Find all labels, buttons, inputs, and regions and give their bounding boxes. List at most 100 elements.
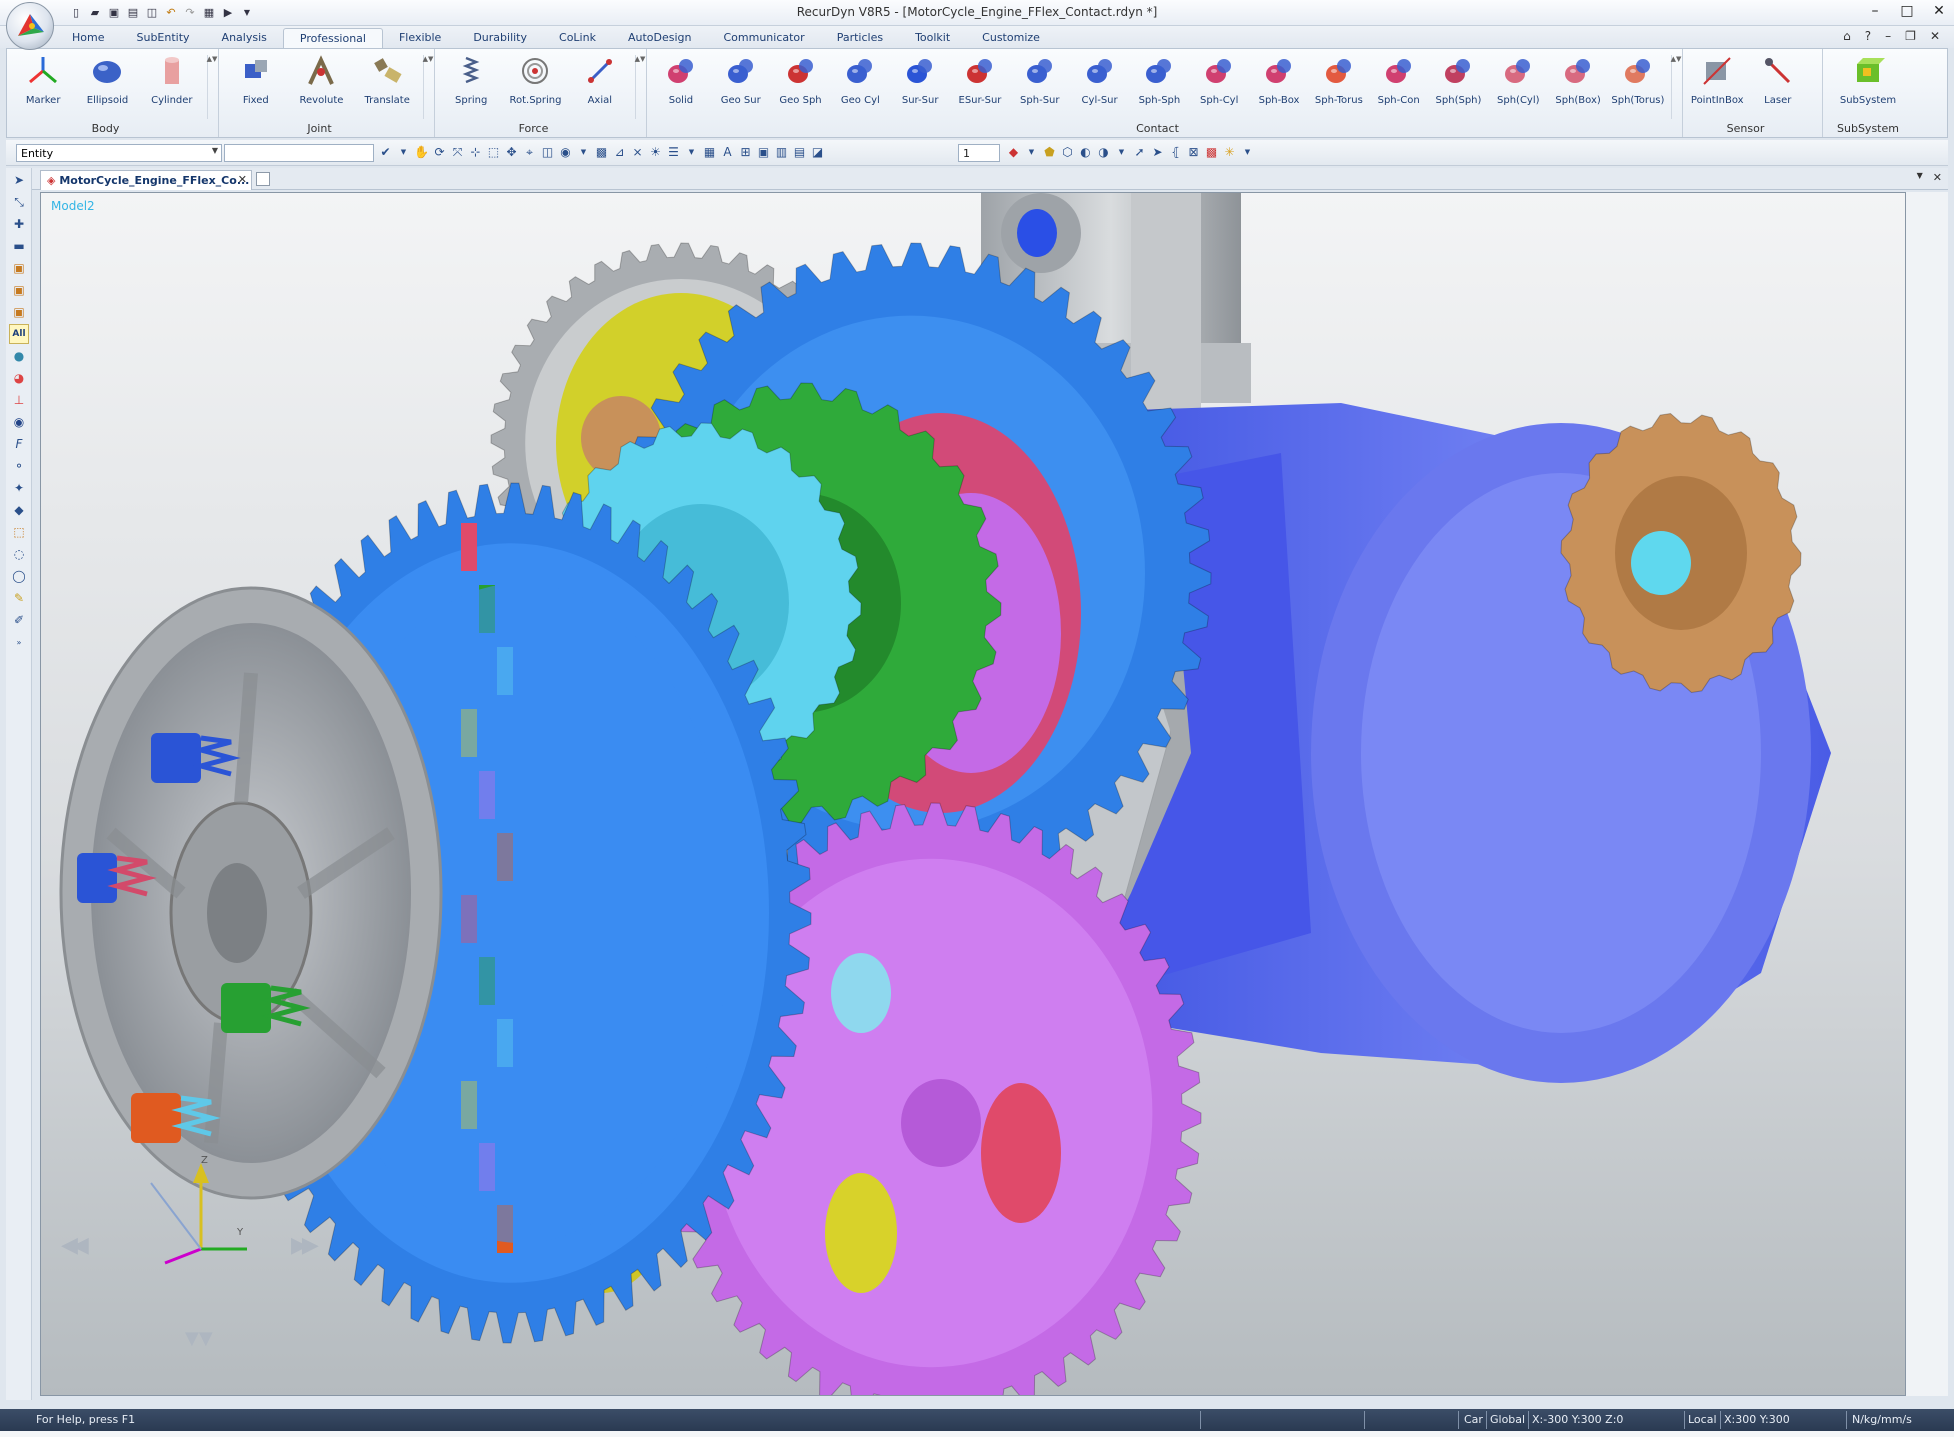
select-all-filter-button[interactable]: All (9, 324, 29, 344)
app-menu-button[interactable] (6, 2, 54, 50)
contact-geo-sur-button[interactable]: Geo Sur (713, 53, 769, 106)
contact-sph-in-torus-button[interactable]: Sph(Torus) (1610, 53, 1666, 106)
wireframe-icon[interactable]: ⬡ (1060, 144, 1075, 160)
contact-sph-sur-button[interactable]: Sph-Sur (1012, 53, 1068, 106)
maximize-button[interactable]: □ (1898, 2, 1916, 20)
restore-icon[interactable]: ❐ (1905, 29, 1916, 43)
previous-view-button[interactable]: ◀◀ (61, 1233, 89, 1258)
next-view-button[interactable]: ▶▶ (291, 1233, 319, 1258)
fixed-button[interactable]: Fixed (229, 53, 283, 106)
new-document-tab-button[interactable] (256, 172, 270, 186)
sensor-filter-icon[interactable]: ✦ (9, 478, 29, 498)
measure-icon[interactable]: ⊞ (738, 144, 753, 160)
point-in-box-button[interactable]: PointInBox (1690, 53, 1744, 106)
group-scroll[interactable]: ▲▼ (207, 55, 217, 119)
flex-filter-icon[interactable]: ◆ (9, 500, 29, 520)
pointer-icon[interactable]: ➚ (1132, 144, 1147, 160)
minimize-button[interactable]: – (1866, 2, 1884, 20)
marker-filter-icon[interactable]: ⊥ (9, 390, 29, 410)
close-tab-icon[interactable]: ✕ (238, 173, 247, 186)
close-doc-icon[interactable]: ✕ (1930, 29, 1940, 43)
subsystem-button[interactable]: SubSystem (1840, 53, 1896, 106)
contact-filter-icon[interactable]: ⚬ (9, 456, 29, 476)
side-view-icon[interactable]: ▥ (774, 144, 789, 160)
frame-icon[interactable]: ⊠ (1186, 144, 1201, 160)
add-select-icon[interactable]: ✚ (9, 214, 29, 234)
dropdown-icon[interactable]: ▼ (1114, 144, 1129, 160)
surface-filter-icon[interactable]: ◉ (9, 412, 29, 432)
axis-icon[interactable]: ⨯ (630, 144, 645, 160)
tab-professional[interactable]: Professional (282, 28, 383, 48)
pen-icon[interactable]: ✐ (9, 610, 29, 630)
contact-esur-sur-button[interactable]: ESur-Sur (952, 53, 1008, 106)
tab-customize[interactable]: Customize (966, 28, 1056, 48)
contact-geo-sph-button[interactable]: Geo Sph (773, 53, 829, 106)
dropdown-icon[interactable]: ▼ (1024, 144, 1039, 160)
group-scroll[interactable]: ▲▼ (635, 55, 645, 119)
dropdown-icon[interactable]: ▼ (1240, 144, 1255, 160)
sparkle-icon[interactable]: ✳ (1222, 144, 1237, 160)
dropdown-icon[interactable]: ▼ (684, 144, 699, 160)
color-icon[interactable]: ◆ (1006, 144, 1021, 160)
front-view-icon[interactable]: ▣ (756, 144, 771, 160)
more-icon[interactable]: » (9, 632, 29, 652)
sphere-filter-icon[interactable]: ● (9, 346, 29, 366)
cursor-icon[interactable]: ➤ (1150, 144, 1165, 160)
force-filter-icon[interactable]: ▣ (9, 302, 29, 322)
move-icon[interactable]: ✥ (504, 144, 519, 160)
tab-flexible[interactable]: Flexible (383, 28, 457, 48)
contact-geo-cyl-button[interactable]: Geo Cyl (832, 53, 888, 106)
tab-list-icon[interactable]: ▼ (1917, 171, 1923, 184)
fit-icon[interactable]: ⊹ (468, 144, 483, 160)
iso-view-icon[interactable]: ◪ (810, 144, 825, 160)
pan-icon[interactable]: ✋ (414, 144, 429, 160)
tab-toolkit[interactable]: Toolkit (899, 28, 966, 48)
contact-sur-sur-button[interactable]: Sur-Sur (892, 53, 948, 106)
group-scroll[interactable]: ▲▼ (1671, 55, 1681, 119)
remove-select-icon[interactable]: ▬ (9, 236, 29, 256)
contact-sph-sph-button[interactable]: Sph-Sph (1131, 53, 1187, 106)
text-icon[interactable]: A (720, 144, 735, 160)
contact-cyl-sur-button[interactable]: Cyl-Sur (1072, 53, 1128, 106)
spring-button[interactable]: Spring (444, 53, 498, 106)
dropdown-icon[interactable]: ▼ (396, 144, 411, 160)
close-all-icon[interactable]: ✕ (1933, 171, 1942, 184)
group-scroll[interactable]: ▲▼ (423, 55, 433, 119)
rotate-icon[interactable]: ⟳ (432, 144, 447, 160)
shade-icon[interactable]: ⬟ (1042, 144, 1057, 160)
tab-particles[interactable]: Particles (821, 28, 899, 48)
3d-viewport[interactable]: Model2 Z Y ◀◀ ▶▶ ▼▼ (40, 192, 1906, 1396)
hide-icon[interactable]: ◐ (1078, 144, 1093, 160)
contact-sph-in-cyl-button[interactable]: Sph(Cyl) (1490, 53, 1546, 106)
function-filter-icon[interactable]: F (9, 434, 29, 454)
zoom-icon[interactable]: ⤧ (450, 144, 465, 160)
region-filter-icon[interactable]: ⬚ (9, 522, 29, 542)
select-arrow-icon[interactable]: ➤ (9, 170, 29, 190)
color-filter-icon[interactable]: ◕ (9, 368, 29, 388)
tab-analysis[interactable]: Analysis (206, 28, 283, 48)
contact-sph-in-sph-button[interactable]: Sph(Sph) (1430, 53, 1486, 106)
entity-name-input[interactable] (224, 144, 374, 162)
tab-communicator[interactable]: Communicator (707, 28, 820, 48)
snap-icon[interactable]: ⌖ (522, 144, 537, 160)
translate-button[interactable]: Translate (360, 53, 414, 106)
light-icon[interactable]: ☀ (648, 144, 663, 160)
cylinder-button[interactable]: Cylinder (145, 53, 199, 106)
marker-button[interactable]: Marker (16, 53, 70, 106)
contact-sph-torus-button[interactable]: Sph-Torus (1311, 53, 1367, 106)
view-mode-icon[interactable]: ▩ (594, 144, 609, 160)
close-window-button[interactable]: ✕ (1930, 2, 1948, 20)
list-icon[interactable]: ☰ (666, 144, 681, 160)
palette-icon[interactable]: ▩ (1204, 144, 1219, 160)
number-select[interactable]: 1 (958, 144, 1000, 162)
body-filter-icon[interactable]: ▣ (9, 258, 29, 278)
edit-icon[interactable]: ✎ (9, 588, 29, 608)
laser-button[interactable]: Laser (1751, 53, 1805, 106)
contact-sph-in-box-button[interactable]: Sph(Box) (1550, 53, 1606, 106)
circle-select-icon[interactable]: ◌ (9, 544, 29, 564)
entity-filter-select[interactable]: Entity ▼ (16, 144, 222, 162)
contact-solid-contact-button[interactable]: Solid (653, 53, 709, 106)
view-cube-icon[interactable]: ◫ (540, 144, 555, 160)
grid-icon[interactable]: ▦ (702, 144, 717, 160)
document-tab[interactable]: ◈ MotorCycle_Engine_FFlex_Co... ✕ (40, 170, 252, 190)
